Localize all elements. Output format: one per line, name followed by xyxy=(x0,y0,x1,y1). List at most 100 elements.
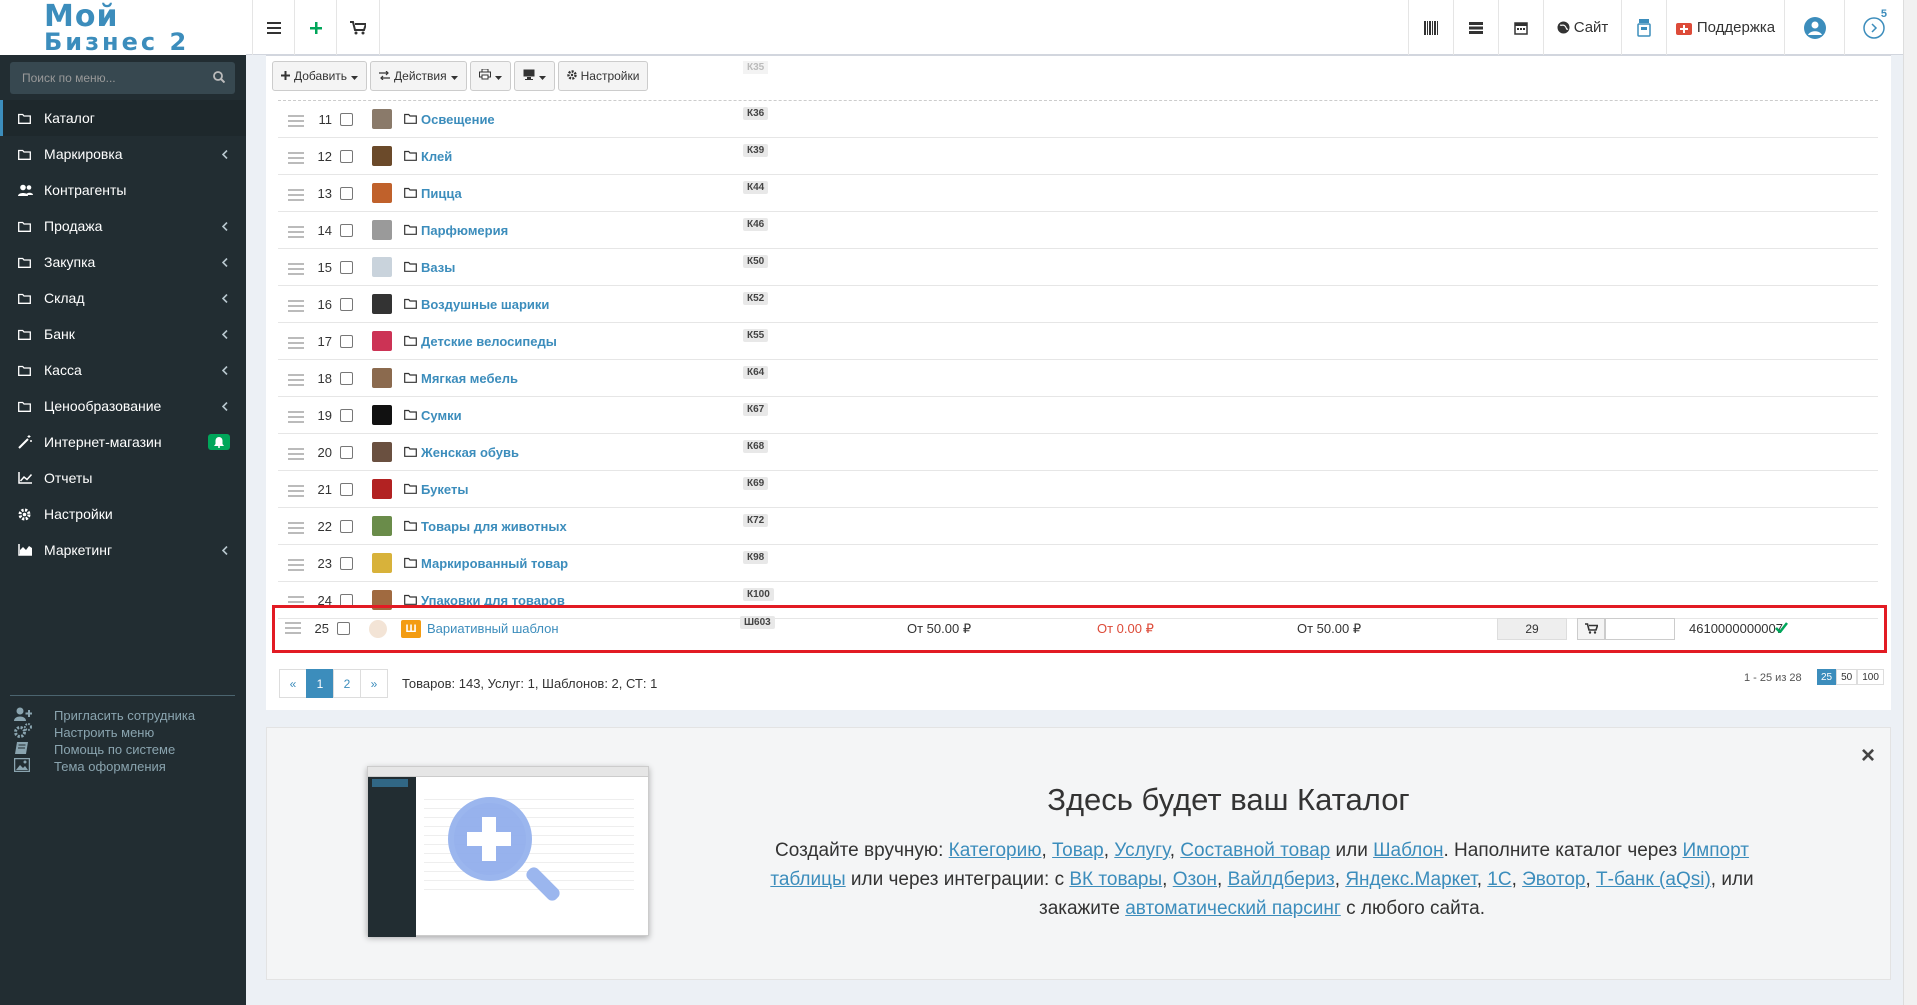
menu-search-input[interactable]: Поиск по меню... xyxy=(10,62,235,94)
page-size-100[interactable]: 100 xyxy=(1857,669,1884,685)
page-scrollbar[interactable] xyxy=(1903,0,1917,1005)
table-row[interactable]: 17 Детские велосипеды К55 xyxy=(278,323,1878,360)
sidebar-item-6[interactable]: Банк xyxy=(0,316,246,352)
sidebar-item-1[interactable]: Маркировка xyxy=(0,136,246,172)
category-link[interactable]: Маркированный товар xyxy=(404,556,568,571)
page-2-button[interactable]: 2 xyxy=(333,669,361,698)
add-button[interactable] xyxy=(294,0,336,55)
sidebar-item-4[interactable]: Закупка xyxy=(0,244,246,280)
sidebar-item-8[interactable]: Ценообразование xyxy=(0,388,246,424)
drag-handle[interactable] xyxy=(288,374,304,389)
sidebar-link-3[interactable]: Тема оформления xyxy=(13,756,166,776)
row-checkbox[interactable] xyxy=(340,557,353,570)
table-row[interactable]: 14 Парфюмерия К46 xyxy=(278,212,1878,249)
table-row[interactable]: 13 Пицца К44 xyxy=(278,175,1878,212)
row-name-link[interactable]: Вариативный шаблон xyxy=(427,621,559,636)
row-checkbox[interactable] xyxy=(340,372,353,385)
category-link[interactable]: Детские велосипеды xyxy=(404,334,557,349)
link-tbank[interactable]: Т-банк (aQsi) xyxy=(1596,869,1711,890)
row-checkbox[interactable] xyxy=(340,150,353,163)
row-checkbox[interactable] xyxy=(340,409,353,422)
sidebar-item-11[interactable]: Настройки xyxy=(0,496,246,532)
row-checkbox[interactable] xyxy=(340,335,353,348)
category-link[interactable]: Воздушные шарики xyxy=(404,297,549,312)
table-row[interactable]: 11 Освещение К36 xyxy=(278,101,1878,138)
table-row[interactable]: 19 Сумки К67 xyxy=(278,397,1878,434)
category-link[interactable]: Товары для животных xyxy=(404,519,567,534)
table-row[interactable]: 22 Товары для животных К72 xyxy=(278,508,1878,545)
table-row[interactable]: 16 Воздушные шарики К52 xyxy=(278,286,1878,323)
display-dropdown-button[interactable] xyxy=(513,61,555,91)
drag-handle[interactable] xyxy=(288,115,304,130)
drag-handle[interactable] xyxy=(288,226,304,241)
link-service[interactable]: Услугу xyxy=(1114,840,1169,861)
category-link[interactable]: Букеты xyxy=(404,482,468,497)
user-menu-button[interactable] xyxy=(1784,0,1844,55)
drag-handle[interactable] xyxy=(288,559,304,574)
prev-page-button[interactable]: « xyxy=(279,669,307,698)
sidebar-item-7[interactable]: Касса xyxy=(0,352,246,388)
page-size-50[interactable]: 50 xyxy=(1836,669,1858,685)
table-row[interactable]: 12 Клей К39 xyxy=(278,138,1878,175)
row-checkbox[interactable] xyxy=(340,261,353,274)
drag-handle[interactable] xyxy=(288,152,304,167)
sidebar-item-5[interactable]: Склад xyxy=(0,280,246,316)
table-row[interactable]: 18 Мягкая мебель К64 xyxy=(278,360,1878,397)
drag-handle[interactable] xyxy=(288,300,304,315)
table-row[interactable]: 15 Вазы К50 xyxy=(278,249,1878,286)
page-1-button[interactable]: 1 xyxy=(306,669,334,698)
close-button[interactable]: × xyxy=(1861,742,1875,770)
drag-handle[interactable] xyxy=(288,448,304,463)
drag-handle[interactable] xyxy=(288,337,304,352)
category-link[interactable]: Клей xyxy=(404,149,452,164)
category-link[interactable]: Пицца xyxy=(404,186,462,201)
calendar-button[interactable] xyxy=(1498,0,1543,55)
link-parsing[interactable]: автоматический парсинг xyxy=(1125,898,1341,919)
link-yandex-market[interactable]: Яндекс.Маркет xyxy=(1345,869,1476,890)
link-wildberries[interactable]: Вайлдбериз xyxy=(1228,869,1335,890)
category-link[interactable]: Парфюмерия xyxy=(404,223,508,238)
add-dropdown-button[interactable]: Добавить xyxy=(272,61,368,91)
support-button[interactable]: Поддержка xyxy=(1666,0,1784,55)
drag-handle[interactable] xyxy=(288,522,304,537)
category-link[interactable]: Мягкая мебель xyxy=(404,371,518,386)
drag-handle[interactable] xyxy=(285,622,301,634)
row-checkbox[interactable] xyxy=(340,520,353,533)
cart-quantity-input[interactable] xyxy=(1605,618,1675,640)
link-vk[interactable]: ВК товары xyxy=(1069,869,1162,890)
row-checkbox[interactable] xyxy=(340,446,353,459)
actions-dropdown-button[interactable]: Действия xyxy=(370,61,467,91)
category-link[interactable]: Вазы xyxy=(404,260,455,275)
sidebar-item-9[interactable]: Интернет-магазин xyxy=(0,424,246,460)
table-row[interactable]: 23 Маркированный товар К98 xyxy=(278,545,1878,582)
drag-handle[interactable] xyxy=(288,189,304,204)
link-category[interactable]: Категорию xyxy=(949,840,1042,861)
table-row[interactable]: 21 Букеты К69 xyxy=(278,471,1878,508)
drag-handle[interactable] xyxy=(288,485,304,500)
sidebar-item-3[interactable]: Продажа xyxy=(0,208,246,244)
highlighted-table-row[interactable]: 25 Ш Вариативный шаблон Ш603 От 50.00 ₽ … xyxy=(272,605,1887,653)
link-goods[interactable]: Товар xyxy=(1052,840,1104,861)
logo[interactable]: Мой Бизнес 2 xyxy=(0,0,246,55)
link-1c[interactable]: 1С xyxy=(1487,869,1511,890)
row-checkbox[interactable] xyxy=(340,187,353,200)
cashbox-button[interactable] xyxy=(1621,0,1666,55)
notifications-button[interactable]: 5 xyxy=(1844,0,1903,55)
table-row[interactable]: 20 Женская обувь К68 xyxy=(278,434,1878,471)
site-button[interactable]: Сайт xyxy=(1543,0,1621,55)
row-checkbox[interactable] xyxy=(337,622,350,635)
page-size-25[interactable]: 25 xyxy=(1817,669,1837,685)
menu-toggle-button[interactable] xyxy=(252,0,294,55)
category-link[interactable]: Женская обувь xyxy=(404,445,519,460)
settings-button[interactable]: Настройки xyxy=(557,61,649,91)
link-ozon[interactable]: Озон xyxy=(1173,869,1217,890)
sidebar-item-2[interactable]: Контрагенты xyxy=(0,172,246,208)
link-composite[interactable]: Составной товар xyxy=(1180,840,1330,861)
sidebar-item-12[interactable]: Маркетинг xyxy=(0,532,246,568)
category-link[interactable]: Сумки xyxy=(404,408,462,423)
drag-handle[interactable] xyxy=(288,411,304,426)
row-checkbox[interactable] xyxy=(340,113,353,126)
cart-button[interactable] xyxy=(336,0,380,55)
category-link[interactable]: Освещение xyxy=(404,112,495,127)
print-dropdown-button[interactable] xyxy=(469,61,511,91)
